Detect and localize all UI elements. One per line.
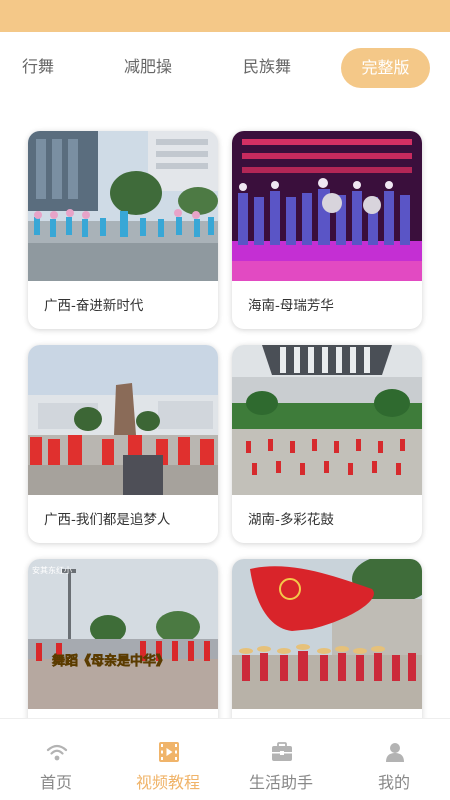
video-overlay-caption: 舞蹈《母亲是中华》 [51, 653, 169, 669]
video-card[interactable]: 湖南-多彩花鼓 [232, 345, 422, 543]
bottom-nav: 首页 视频教程 生活助手 我的 [0, 718, 450, 800]
wifi-icon [46, 744, 68, 761]
video-corner-text: 安其东红小 [32, 565, 72, 575]
tab-full-version[interactable]: 完整版 [341, 48, 430, 88]
video-thumbnail: 舞蹈《母亲是中华》 安其东红小 [28, 559, 218, 709]
nav-life-assistant[interactable]: 生活助手 [225, 719, 337, 800]
video-card[interactable]: 广西-我们都是追梦人 [28, 345, 218, 543]
film-icon [159, 742, 179, 762]
video-thumbnail [232, 131, 422, 281]
nav-home[interactable]: 首页 [0, 719, 112, 800]
video-thumbnail [28, 345, 218, 495]
briefcase-icon [272, 742, 292, 761]
tab-folk-dance[interactable]: 民族舞 [243, 57, 291, 77]
user-icon [386, 743, 404, 762]
category-tabs: 行舞 减肥操 民族舞 完整版 [0, 32, 450, 104]
video-thumbnail [28, 131, 218, 281]
nav-label: 我的 [377, 773, 410, 792]
video-thumbnail [232, 345, 422, 495]
video-card[interactable] [232, 559, 422, 718]
nav-video-tutorial[interactable]: 视频教程 [112, 719, 224, 800]
nav-mine[interactable]: 我的 [338, 719, 450, 800]
video-card[interactable]: 海南-母瑞芳华 [232, 131, 422, 329]
video-title: 广西-我们都是追梦人 [44, 512, 171, 528]
nav-label: 生活助手 [248, 773, 313, 792]
nav-label: 首页 [39, 773, 72, 792]
nav-label: 视频教程 [135, 773, 200, 792]
video-thumbnail [232, 559, 422, 709]
status-bar [0, 0, 450, 32]
tab-hang-dance[interactable]: 行舞 [22, 57, 54, 77]
video-card[interactable]: 广西-奋进新时代 [28, 131, 218, 329]
tab-weight-loss[interactable]: 减肥操 [124, 57, 172, 77]
video-grid[interactable]: 广西-奋进新时代 海南-母瑞芳华 广西-我们都是追梦人 湖南-多彩花鼓 舞蹈《母… [0, 104, 450, 718]
video-card[interactable]: 舞蹈《母亲是中华》 安其东红小 [28, 559, 218, 718]
video-title: 广西-奋进新时代 [44, 298, 144, 314]
video-title: 海南-母瑞芳华 [248, 298, 334, 314]
video-title: 湖南-多彩花鼓 [248, 512, 334, 528]
